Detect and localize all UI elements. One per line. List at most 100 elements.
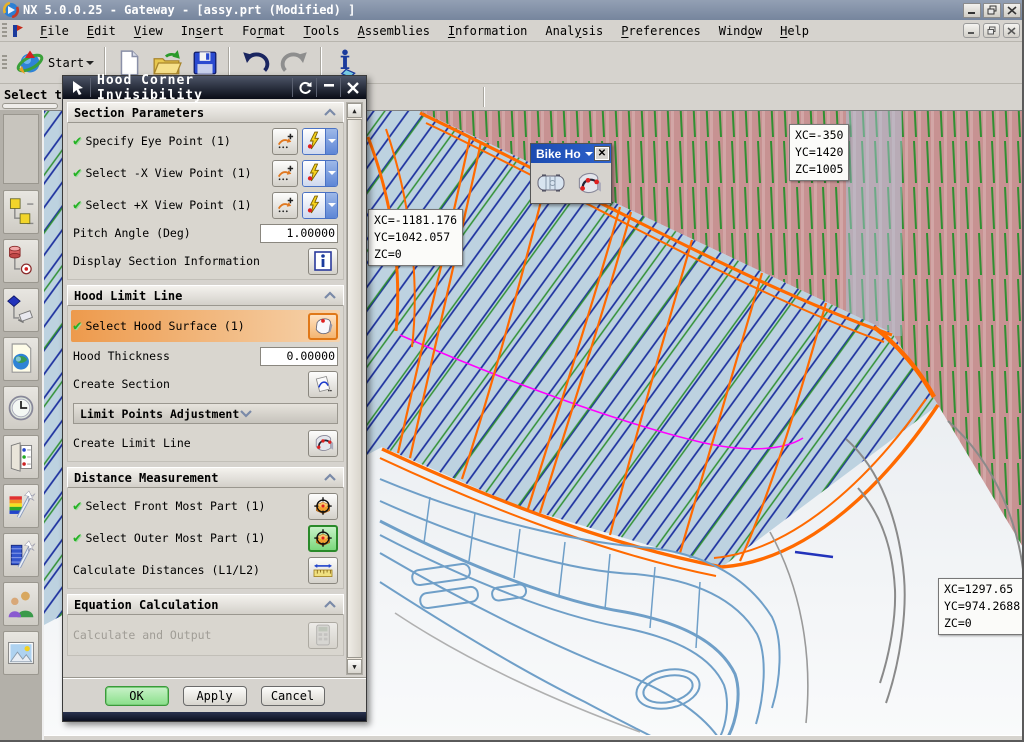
menu-help[interactable]: Help	[771, 22, 818, 40]
coord-line: XC=1297.65	[944, 581, 1020, 598]
dialog-close-button[interactable]	[340, 78, 364, 97]
history-icon	[6, 390, 36, 426]
scroll-down-button[interactable]: ▼	[347, 659, 362, 674]
apply-button[interactable]: Apply	[183, 686, 247, 706]
collapse-chevron-up-icon[interactable]	[323, 473, 337, 482]
cancel-button[interactable]: Cancel	[261, 686, 325, 706]
menu-tools[interactable]: Tools	[295, 22, 349, 40]
point-snap-button[interactable]	[302, 128, 338, 155]
collapse-chevron-up-icon[interactable]	[323, 600, 337, 609]
car-display-button[interactable]	[534, 167, 568, 199]
menu-edit[interactable]: Edit	[78, 22, 125, 40]
group-header-section-parameters[interactable]: Section Parameters	[67, 102, 344, 123]
constraint-navigator-button[interactable]	[3, 239, 39, 283]
check-icon: ✔	[73, 133, 81, 149]
collapse-chevron-up-icon[interactable]	[323, 291, 337, 300]
images-button[interactable]	[3, 631, 39, 675]
snap-dropdown-icon[interactable]	[325, 161, 337, 186]
menu-analysis[interactable]: Analysis	[536, 22, 612, 40]
menu-file[interactable]: File	[31, 22, 78, 40]
assembly-navigator-button[interactable]	[3, 190, 39, 234]
minimize-button[interactable]	[963, 3, 981, 18]
point-dialog-button[interactable]	[272, 128, 298, 155]
limit-curve-button[interactable]	[571, 167, 605, 199]
floating-toolbar-title-bar[interactable]: Bike Ho ✕	[531, 144, 611, 163]
menu-format[interactable]: Format	[233, 22, 294, 40]
create-limit-line-button[interactable]	[308, 430, 338, 457]
collapse-chevron-up-icon[interactable]	[323, 108, 337, 117]
ok-button[interactable]: OK	[105, 686, 169, 706]
point-snap-button[interactable]	[302, 160, 338, 187]
coordinate-label-2: XC=-1181.176 YC=1042.057 ZC=0	[368, 209, 463, 266]
resource-bar	[0, 110, 44, 742]
hood-thickness-input[interactable]	[260, 347, 338, 366]
palettes-button[interactable]	[3, 435, 39, 479]
internet-browser-button[interactable]	[3, 337, 39, 381]
scroll-up-button[interactable]: ▲	[347, 103, 362, 118]
row-label: Select +X View Point (1)	[85, 198, 251, 212]
subgroup-title: Limit Points Adjustment	[80, 407, 239, 421]
restore-button[interactable]	[983, 3, 1001, 18]
car-top-view-icon	[536, 173, 566, 193]
point-dialog-button[interactable]	[272, 160, 298, 187]
menu-assemblies[interactable]: Assemblies	[349, 22, 439, 40]
menu-insert[interactable]: Insert	[172, 22, 233, 40]
doc-close-button[interactable]	[1003, 23, 1020, 38]
part-navigator-button[interactable]	[3, 288, 39, 332]
calculate-distances-button[interactable]	[308, 557, 338, 584]
pitch-angle-input[interactable]	[260, 224, 338, 243]
toolbar-drag-handle[interactable]	[2, 23, 7, 39]
row-label: Calculate and Output	[73, 628, 211, 642]
check-icon: ✔	[73, 165, 81, 181]
point-snap-button[interactable]	[302, 192, 338, 219]
coord-line: YC=974.2688	[944, 598, 1020, 615]
dialog-minimize-button[interactable]	[316, 78, 340, 97]
group-header-hood-limit-line[interactable]: Hood Limit Line	[67, 285, 344, 306]
toolbar-drag-handle-2[interactable]	[2, 55, 7, 71]
start-label: Start	[48, 56, 84, 70]
scrollbar-thumb[interactable]	[347, 119, 362, 658]
nx-logo-icon	[3, 2, 19, 18]
menu-view[interactable]: View	[125, 22, 172, 40]
group-header-distance-measurement[interactable]: Distance Measurement	[67, 467, 344, 488]
dialog-bottom-border	[63, 712, 366, 721]
floating-toolbar[interactable]: Bike Ho ✕	[530, 143, 612, 204]
display-information-button[interactable]	[308, 248, 338, 275]
menu-information[interactable]: Information	[439, 22, 536, 40]
select-outer-part-button[interactable]	[308, 525, 338, 552]
dialog-scrollbar[interactable]: ▲ ▼	[346, 102, 363, 675]
select-front-part-button[interactable]	[308, 493, 338, 520]
dialog-selection-cursor-icon	[65, 78, 91, 97]
scene-button[interactable]	[3, 533, 39, 577]
collapse-chevron-down-icon[interactable]	[239, 409, 253, 418]
palettes-icon	[6, 439, 36, 475]
create-section-button[interactable]	[308, 371, 338, 398]
dialog-title: Hood Corner Invisibility	[97, 73, 292, 103]
subgroup-limit-points-adjustment[interactable]: Limit Points Adjustment	[73, 403, 338, 424]
floating-toolbar-close-button[interactable]: ✕	[595, 147, 609, 160]
window-title-bar[interactable]: NX 5.0.0.25 - Gateway - [assy.prt (Modif…	[0, 0, 1024, 20]
close-button[interactable]	[1003, 3, 1021, 18]
check-icon: ✔	[73, 318, 81, 334]
hood-corner-invisibility-dialog: Hood Corner Invisibility Section Paramet…	[62, 75, 367, 722]
menu-window[interactable]: Window	[710, 22, 771, 40]
toolbar-dropdown-icon[interactable]	[585, 152, 593, 160]
doc-restore-button[interactable]	[983, 23, 1000, 38]
part-mini-icon	[11, 24, 25, 38]
check-icon: ✔	[73, 498, 81, 514]
roles-button[interactable]	[3, 582, 39, 626]
row-label: Create Section	[73, 377, 170, 391]
visualization-button[interactable]	[3, 484, 39, 528]
dialog-title-bar[interactable]: Hood Corner Invisibility	[63, 76, 366, 99]
progress-bar	[2, 103, 58, 109]
snap-dropdown-icon[interactable]	[325, 129, 337, 154]
doc-minimize-button[interactable]	[963, 23, 980, 38]
point-dialog-button[interactable]	[272, 192, 298, 219]
group-header-equation-calculation[interactable]: Equation Calculation	[67, 594, 344, 615]
snap-dropdown-icon[interactable]	[325, 193, 337, 218]
resource-blank-tab[interactable]	[3, 114, 39, 184]
dialog-reset-button[interactable]	[292, 78, 316, 97]
select-face-button[interactable]	[308, 313, 338, 340]
menu-preferences[interactable]: Preferences	[612, 22, 709, 40]
history-button[interactable]	[3, 386, 39, 430]
